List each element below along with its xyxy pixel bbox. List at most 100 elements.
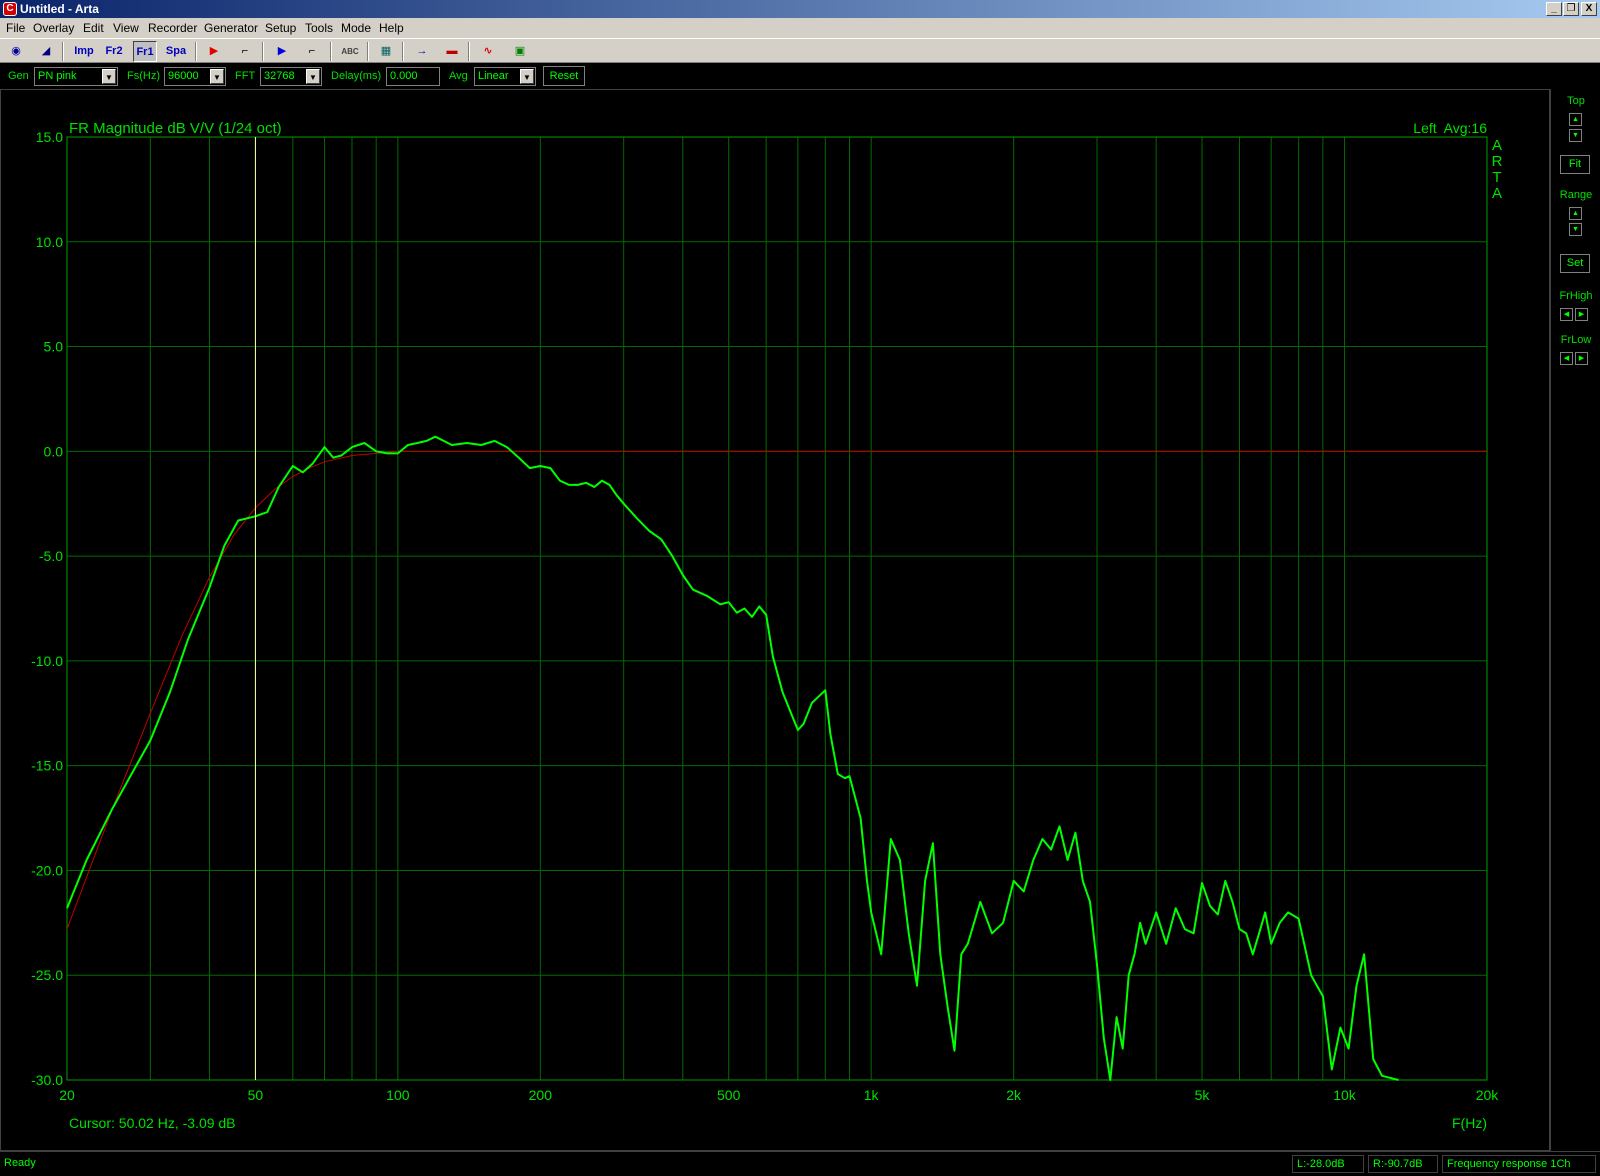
- x-tick-label: 10k: [1333, 1087, 1357, 1103]
- fft-label: FFT: [235, 70, 256, 82]
- y-tick-label: 10.0: [36, 234, 63, 250]
- arrow-right-icon[interactable]: →: [410, 41, 434, 62]
- status-mode: Frequency response 1Ch: [1442, 1155, 1596, 1173]
- side-panel: Top ▲ ▼ Fit Range ▲ ▼ Set FrHigh ◀ ▶ FrL…: [1550, 89, 1600, 1151]
- play-blue-icon[interactable]: ▶: [270, 41, 294, 62]
- generator-value: PN pink: [38, 70, 77, 82]
- series-line: [66, 435, 1399, 1081]
- overlay-icon[interactable]: ▬: [440, 41, 464, 62]
- menu-recorder[interactable]: Recorder: [148, 21, 197, 35]
- generator-select[interactable]: PN pink ▼: [34, 67, 118, 86]
- minimize-button[interactable]: _: [1546, 2, 1562, 16]
- frlow-label: FrLow: [1560, 334, 1592, 346]
- y-tick-label: 5.0: [44, 339, 64, 355]
- menu-tools[interactable]: Tools: [305, 21, 333, 35]
- fft-size-select[interactable]: 32768 ▼: [260, 67, 322, 86]
- cursor-readout: Cursor: 50.02 Hz, -3.09 dB: [69, 1115, 236, 1131]
- chevron-down-icon[interactable]: ▼: [520, 69, 534, 84]
- reset-button[interactable]: Reset: [543, 66, 585, 86]
- imp-mode-button[interactable]: Imp: [72, 41, 96, 62]
- channel-label: Left Avg:16: [1413, 120, 1487, 136]
- series-lines: [66, 435, 1487, 1081]
- menu-help[interactable]: Help: [379, 21, 404, 35]
- range-up-arrow-icon[interactable]: ▲: [1569, 207, 1582, 220]
- series-line: [66, 450, 1487, 930]
- frlow-right-arrow-icon[interactable]: ▶: [1575, 352, 1588, 365]
- fr1-mode-button[interactable]: Fr1: [133, 41, 157, 62]
- y-tick-label: -10.0: [31, 653, 63, 669]
- arta-logo-letter: A: [1492, 137, 1502, 154]
- chevron-down-icon[interactable]: ▼: [210, 69, 224, 84]
- fr2-mode-button[interactable]: Fr2: [102, 41, 126, 62]
- avg-label: Avg: [449, 70, 468, 82]
- x-axis-label: F(Hz): [1452, 1115, 1487, 1131]
- grid-icon[interactable]: ▦: [374, 41, 398, 62]
- toolbar-separator: [262, 42, 264, 61]
- status-right-level: R:-90.7dB: [1368, 1155, 1438, 1173]
- x-tick-label: 20k: [1476, 1087, 1500, 1103]
- menu-file[interactable]: File: [6, 21, 25, 35]
- toolbar-separator: [468, 42, 470, 61]
- frequency-response-chart[interactable]: 15.0 10.0 5.0 0.0 -5.0 -10.0 -15.0 -20.0 -25.0 -3…: [1, 90, 1549, 1150]
- toolbar-separator: [402, 42, 404, 61]
- set-button[interactable]: Set: [1560, 254, 1590, 273]
- chevron-down-icon[interactable]: ▼: [306, 69, 320, 84]
- gen-label: Gen: [8, 70, 29, 82]
- stop-icon[interactable]: ⌐: [233, 41, 257, 62]
- y-tick-label: -25.0: [31, 967, 63, 983]
- y-tick-label: -5.0: [39, 548, 63, 564]
- x-tick-labels: 20 50 100 200 500 1k 2k 5k 10k 20k: [59, 1087, 1499, 1103]
- spa-mode-button[interactable]: Spa: [164, 41, 188, 62]
- close-button[interactable]: X: [1581, 2, 1597, 16]
- top-label: Top: [1567, 95, 1585, 107]
- control-bar: Gen PN pink ▼ Fs(Hz) 96000 ▼ FFT 32768 ▼…: [0, 63, 1600, 89]
- play-red-icon[interactable]: ▶: [202, 41, 226, 62]
- samplerate-select[interactable]: 96000 ▼: [164, 67, 226, 86]
- sine-icon[interactable]: ∿: [476, 41, 500, 62]
- frlow-left-arrow-icon[interactable]: ◀: [1560, 352, 1573, 365]
- averaging-select[interactable]: Linear ▼: [474, 67, 536, 86]
- waveform-icon[interactable]: ◢: [34, 41, 58, 62]
- chevron-down-icon[interactable]: ▼: [102, 69, 116, 84]
- y-tick-label: 0.0: [44, 443, 64, 459]
- menu-edit[interactable]: Edit: [83, 21, 104, 35]
- menu-view[interactable]: View: [113, 21, 139, 35]
- frhigh-left-arrow-icon[interactable]: ◀: [1560, 308, 1573, 321]
- fit-button[interactable]: Fit: [1560, 155, 1590, 174]
- arta-logo: ARTA: [1492, 137, 1503, 202]
- plot-panel[interactable]: 15.0 10.0 5.0 0.0 -5.0 -10.0 -15.0 -20.0 -25.0 -3…: [0, 89, 1550, 1151]
- menu-bar: File Overlay Edit View Recorder Generato…: [0, 18, 1600, 38]
- stop-blue-icon[interactable]: ⌐: [300, 41, 324, 62]
- samplerate-value: 96000: [168, 70, 199, 82]
- scope-icon[interactable]: ▣: [508, 41, 532, 62]
- status-bar: Ready L:-28.0dB R:-90.7dB Frequency resp…: [0, 1151, 1600, 1176]
- averaging-value: Linear: [478, 70, 509, 82]
- frhigh-right-arrow-icon[interactable]: ▶: [1575, 308, 1588, 321]
- abc-icon[interactable]: ABC: [338, 41, 362, 62]
- frhigh-label: FrHigh: [1559, 290, 1593, 302]
- fft-size-value: 32768: [264, 70, 295, 82]
- top-up-arrow-icon[interactable]: ▲: [1569, 113, 1582, 126]
- menu-mode[interactable]: Mode: [341, 21, 371, 35]
- record-icon[interactable]: ◉: [4, 41, 28, 62]
- window-title: Untitled - Arta: [20, 2, 99, 16]
- title-bar: C Untitled - Arta _ ❐ X: [0, 0, 1600, 18]
- arta-app-icon[interactable]: C: [3, 2, 17, 16]
- menu-setup[interactable]: Setup: [265, 21, 296, 35]
- restore-button[interactable]: ❐: [1563, 2, 1579, 16]
- arta-logo-letter: T: [1492, 169, 1501, 186]
- toolbar-separator: [330, 42, 332, 61]
- y-tick-label: -20.0: [31, 862, 63, 878]
- delay-input[interactable]: 0.000: [386, 67, 440, 86]
- range-down-arrow-icon[interactable]: ▼: [1569, 223, 1582, 236]
- y-tick-label: -15.0: [31, 758, 63, 774]
- chart-title: FR Magnitude dB V/V (1/24 oct): [69, 120, 282, 137]
- menu-generator[interactable]: Generator: [204, 21, 258, 35]
- toolbar-separator: [195, 42, 197, 61]
- toolbar: ◉ ◢ Imp Fr2 Fr1 Spa ▶ ⌐ ▶ ⌐ ABC ▦ → ▬ ∿ …: [0, 38, 1600, 63]
- top-down-arrow-icon[interactable]: ▼: [1569, 129, 1582, 142]
- menu-overlay[interactable]: Overlay: [33, 21, 74, 35]
- x-tick-label: 1k: [864, 1087, 880, 1103]
- delay-value: 0.000: [390, 70, 418, 82]
- y-tick-label: -30.0: [31, 1072, 63, 1088]
